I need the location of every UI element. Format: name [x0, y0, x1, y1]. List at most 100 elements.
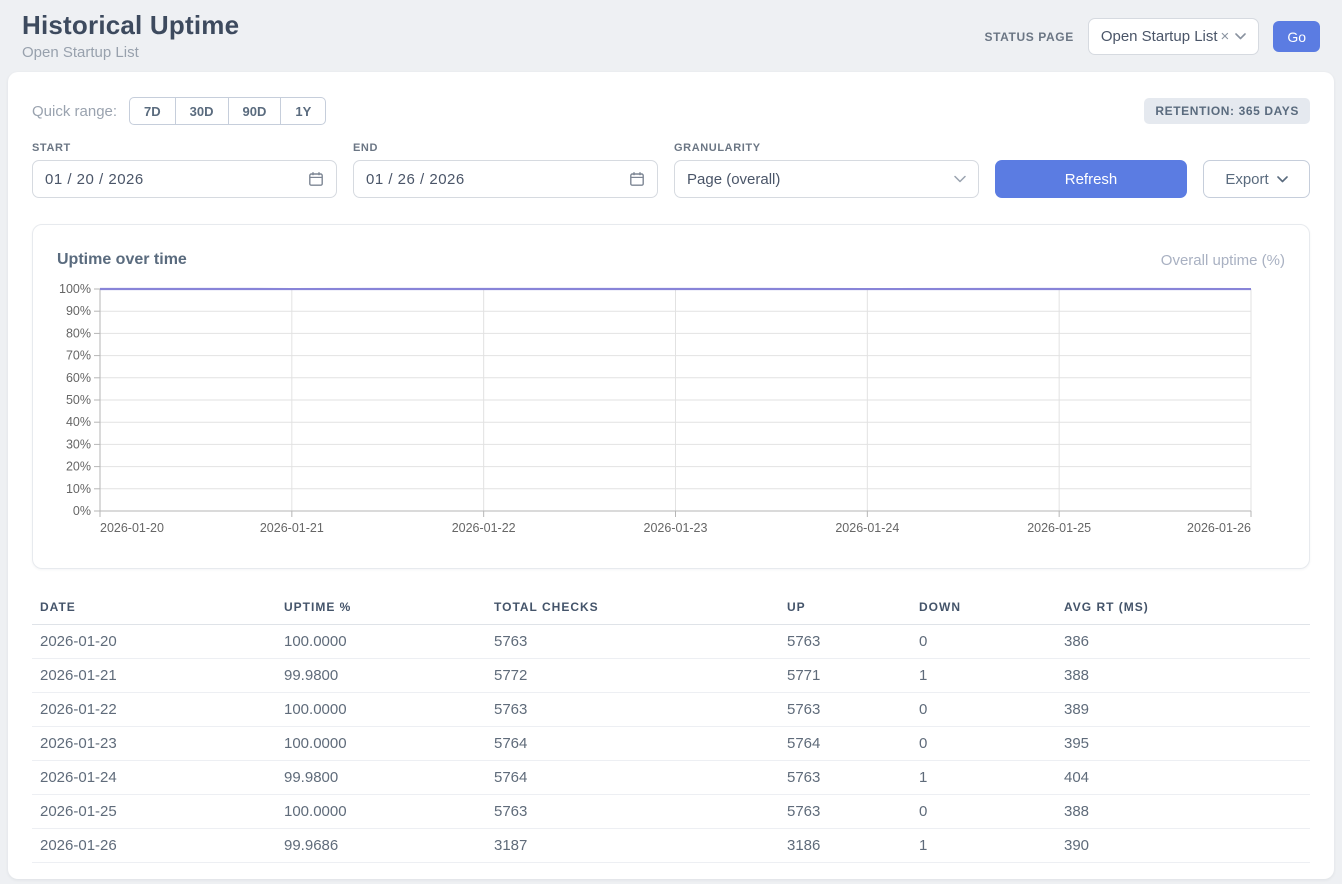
quick-range-group: 7D30D90D1Y	[129, 97, 326, 125]
uptime-line-chart: 0%10%20%30%40%50%60%70%80%90%100%2026-01…	[57, 281, 1285, 548]
start-date-value: 01 / 20 / 2026	[45, 171, 144, 188]
y-axis-tick-label: 0%	[73, 504, 91, 518]
y-axis-tick-label: 40%	[66, 415, 91, 429]
chart-title: Uptime over time	[57, 251, 187, 269]
table-body: 2026-01-20100.00005763576303862026-01-21…	[32, 625, 1310, 863]
column-header-date: DATE	[32, 592, 276, 625]
table-row: 2026-01-2499.9800576457631404	[32, 761, 1310, 795]
calendar-icon[interactable]	[629, 171, 645, 187]
x-axis-tick-label: 2026-01-21	[260, 521, 324, 535]
table-row: 2026-01-2699.9686318731861390	[32, 829, 1310, 863]
end-date-field-group: END 01 / 26 / 2026	[353, 142, 658, 198]
quick-range-30d[interactable]: 30D	[175, 97, 229, 125]
quick-range-1y[interactable]: 1Y	[280, 97, 326, 125]
column-header-total-checks: TOTAL CHECKS	[486, 592, 779, 625]
table-cell: 5772	[486, 659, 779, 693]
refresh-button[interactable]: Refresh	[995, 160, 1187, 198]
table-cell: 5763	[486, 693, 779, 727]
x-axis-tick-label: 2026-01-25	[1027, 521, 1091, 535]
quick-range-label: Quick range:	[32, 103, 117, 120]
quick-range-row: Quick range: 7D30D90D1Y RETENTION: 365 D…	[32, 97, 1310, 125]
table-cell: 1	[911, 761, 1056, 795]
start-date-input[interactable]: 01 / 20 / 2026	[32, 160, 337, 198]
header-controls: STATUS PAGE Open Startup List × Go	[985, 18, 1320, 55]
table-cell: 388	[1056, 659, 1310, 693]
y-axis-tick-label: 100%	[59, 282, 91, 296]
table-cell: 386	[1056, 625, 1310, 659]
chevron-down-icon	[954, 175, 966, 183]
table-header-row: DATEUPTIME %TOTAL CHECKSUPDOWNAVG RT (MS…	[32, 592, 1310, 625]
table-cell: 0	[911, 727, 1056, 761]
y-axis-tick-label: 10%	[66, 482, 91, 496]
table-cell: 5763	[779, 625, 911, 659]
table-cell: 100.0000	[276, 693, 486, 727]
table-cell: 390	[1056, 829, 1310, 863]
x-axis-tick-label: 2026-01-22	[452, 521, 516, 535]
title-block: Historical Uptime Open Startup List	[22, 10, 239, 61]
top-header: Historical Uptime Open Startup List STAT…	[0, 0, 1342, 72]
column-header-avg-rt-ms-: AVG RT (MS)	[1056, 592, 1310, 625]
table-cell: 5763	[486, 625, 779, 659]
table-cell: 100.0000	[276, 625, 486, 659]
page-title: Historical Uptime	[22, 10, 239, 41]
status-page-label: STATUS PAGE	[985, 30, 1074, 44]
chart-svg: 0%10%20%30%40%50%60%70%80%90%100%2026-01…	[57, 281, 1283, 543]
table-cell: 5763	[779, 693, 911, 727]
table-cell: 0	[911, 625, 1056, 659]
quick-range-7d[interactable]: 7D	[129, 97, 176, 125]
end-date-value: 01 / 26 / 2026	[366, 171, 465, 188]
table-cell: 3187	[486, 829, 779, 863]
table-cell: 100.0000	[276, 727, 486, 761]
table-cell: 2026-01-24	[32, 761, 276, 795]
table-cell: 2026-01-21	[32, 659, 276, 693]
table-row: 2026-01-23100.0000576457640395	[32, 727, 1310, 761]
table-cell: 99.9800	[276, 659, 486, 693]
start-date-field-group: START 01 / 20 / 2026	[32, 142, 337, 198]
go-button[interactable]: Go	[1273, 21, 1320, 52]
table-cell: 5763	[779, 795, 911, 829]
y-axis-tick-label: 20%	[66, 460, 91, 474]
table-row: 2026-01-2199.9800577257711388	[32, 659, 1310, 693]
chevron-down-icon	[1235, 33, 1246, 40]
column-header-uptime-: UPTIME %	[276, 592, 486, 625]
main-panel: Quick range: 7D30D90D1Y RETENTION: 365 D…	[8, 72, 1334, 879]
table-cell: 1	[911, 829, 1056, 863]
table-cell: 100.0000	[276, 795, 486, 829]
table-row: 2026-01-22100.0000576357630389	[32, 693, 1310, 727]
clear-selection-icon[interactable]: ×	[1221, 28, 1230, 45]
table-row: 2026-01-20100.0000576357630386	[32, 625, 1310, 659]
x-axis-tick-label: 2026-01-26	[1187, 521, 1251, 535]
retention-badge: RETENTION: 365 DAYS	[1144, 98, 1310, 124]
table-cell: 5764	[779, 727, 911, 761]
x-axis-tick-label: 2026-01-23	[644, 521, 708, 535]
status-page-select[interactable]: Open Startup List ×	[1088, 18, 1260, 55]
table-cell: 389	[1056, 693, 1310, 727]
page-subtitle: Open Startup List	[22, 44, 239, 61]
table-cell: 0	[911, 693, 1056, 727]
granularity-field-group: GRANULARITY Page (overall)	[674, 142, 979, 198]
table-cell: 5764	[486, 727, 779, 761]
quick-range-90d[interactable]: 90D	[228, 97, 282, 125]
y-axis-tick-label: 30%	[66, 437, 91, 451]
table-cell: 388	[1056, 795, 1310, 829]
table-cell: 2026-01-25	[32, 795, 276, 829]
table-row: 2026-01-25100.0000576357630388	[32, 795, 1310, 829]
table-cell: 0	[911, 795, 1056, 829]
x-axis-tick-label: 2026-01-20	[100, 521, 164, 535]
table-cell: 3186	[779, 829, 911, 863]
export-button[interactable]: Export	[1203, 160, 1310, 198]
end-date-label: END	[353, 142, 658, 154]
granularity-select[interactable]: Page (overall)	[674, 160, 979, 198]
filter-fields-row: START 01 / 20 / 2026 END 01 / 26 / 2026 …	[32, 142, 1310, 198]
calendar-icon[interactable]	[308, 171, 324, 187]
y-axis-tick-label: 70%	[66, 349, 91, 363]
table-cell: 404	[1056, 761, 1310, 795]
chevron-down-icon	[1277, 176, 1288, 183]
table-cell: 2026-01-22	[32, 693, 276, 727]
table-cell: 99.9686	[276, 829, 486, 863]
table-cell: 5771	[779, 659, 911, 693]
y-axis-tick-label: 60%	[66, 371, 91, 385]
y-axis-tick-label: 90%	[66, 304, 91, 318]
table-cell: 1	[911, 659, 1056, 693]
end-date-input[interactable]: 01 / 26 / 2026	[353, 160, 658, 198]
